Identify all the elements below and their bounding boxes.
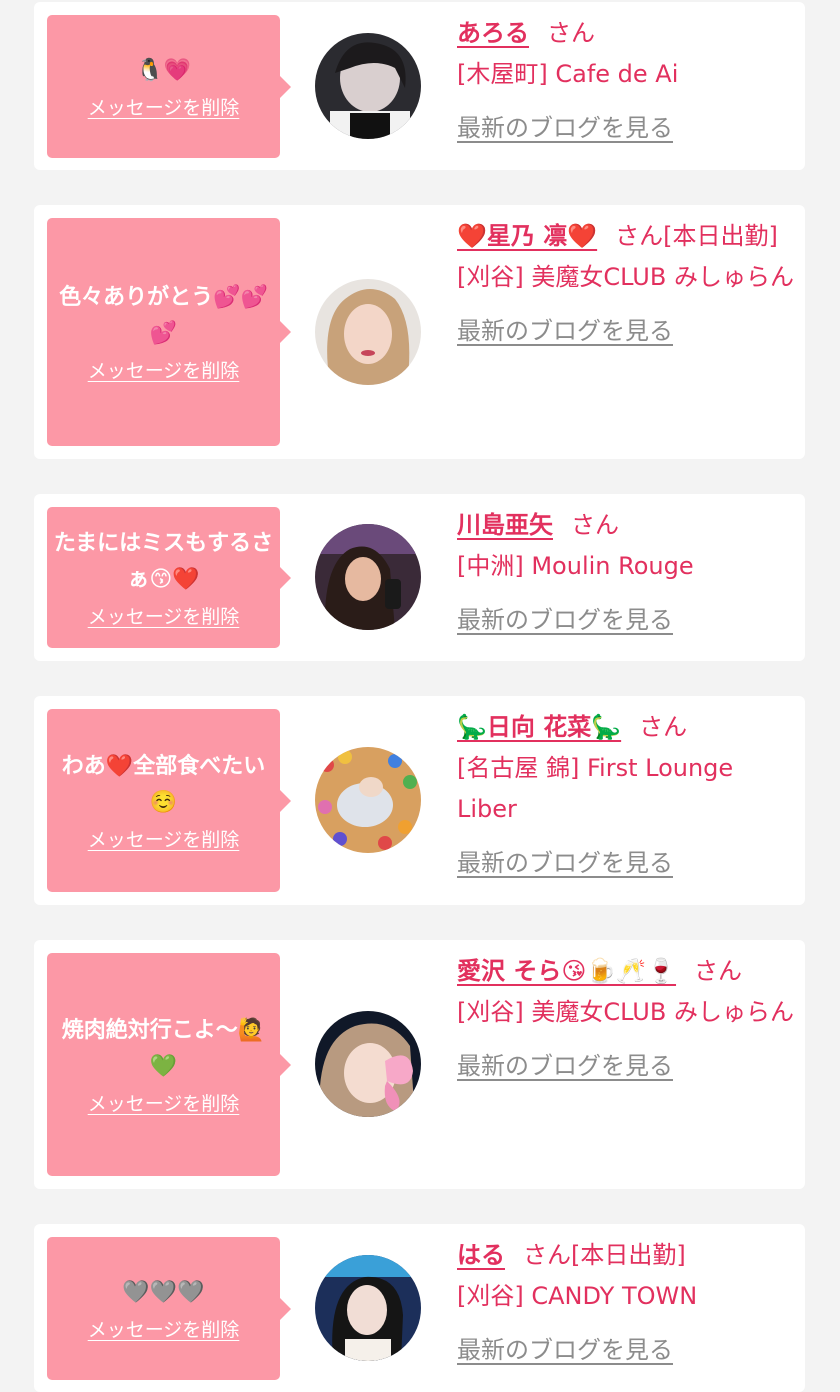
honorific: さん — [523, 1241, 571, 1269]
latest-blog-link[interactable]: 最新のブログを見る — [457, 1330, 799, 1371]
cast-name-link[interactable]: 川島亜矢 — [457, 511, 553, 539]
message-card: 🐧💗 メッセージを削除 あろる さん [木屋町] Cafe de Ai 最新のブロ… — [34, 2, 805, 170]
cast-info: あろる さん [木屋町] Cafe de Ai 最新のブログを見る — [457, 13, 799, 149]
latest-blog-link[interactable]: 最新のブログを見る — [457, 1046, 799, 1087]
cast-info: ❤️星乃 凛❤️ さん[本日出勤] [刈谷] 美魔女CLUB みしゅらん 最新のブ… — [457, 216, 799, 352]
shop-name: [刈谷] 美魔女CLUB みしゅらん — [457, 263, 794, 291]
latest-blog-link[interactable]: 最新のブログを見る — [457, 600, 799, 641]
message-text: 🩶🩶🩶 — [122, 1279, 205, 1305]
honorific: さん — [615, 222, 664, 250]
delete-message-link[interactable]: メッセージを削除 — [88, 95, 240, 121]
cast-name-link[interactable]: 愛沢 そら😘🍺🥂🍷 — [457, 957, 676, 985]
message-text: 色々ありがとう💕💕💕 — [59, 285, 268, 346]
avatar[interactable] — [315, 747, 421, 853]
avatar[interactable] — [315, 1011, 421, 1117]
avatar-photo-woman-club — [315, 524, 421, 630]
shop-name: [中洲] Moulin Rouge — [457, 552, 694, 580]
delete-message-link[interactable]: メッセージを削除 — [88, 358, 240, 384]
honorific: さん — [547, 19, 595, 47]
message-bubble: 🐧💗 メッセージを削除 — [47, 15, 291, 158]
avatar-photo-butterfly — [315, 1011, 421, 1117]
shop-name: [刈谷] 美魔女CLUB みしゅらん — [457, 998, 794, 1026]
shop-name: [名古屋 錦] First Lounge Liber — [457, 754, 734, 823]
cast-name-link[interactable]: ❤️星乃 凛❤️ — [457, 222, 597, 250]
delete-message-link[interactable]: メッセージを削除 — [88, 1317, 240, 1343]
message-bubble: たまにはミスもするさぁ😙❤️ メッセージを削除 — [47, 507, 291, 648]
delete-message-link[interactable]: メッセージを削除 — [88, 1091, 240, 1117]
message-card: 焼肉絶対行こよ〜🙋💚 メッセージを削除 愛沢 そら😘🍺🥂🍷 さん [刈谷] 美魔女… — [34, 940, 805, 1189]
cast-name-link[interactable]: はる — [457, 1241, 505, 1269]
message-text: 焼肉絶対行こよ〜🙋💚 — [61, 1017, 266, 1079]
honorific: さん — [694, 957, 743, 985]
message-text: 🐧💗 — [136, 57, 191, 83]
cast-info: 愛沢 そら😘🍺🥂🍷 さん [刈谷] 美魔女CLUB みしゅらん 最新のブログを見る — [457, 951, 799, 1087]
honorific: さん — [639, 713, 688, 741]
avatar-photo-woman-neon — [315, 1255, 421, 1361]
avatar[interactable] — [315, 524, 421, 630]
cast-info: 🦕日向 花菜🦕 さん [名古屋 錦] First Lounge Liber 最新の… — [457, 707, 799, 884]
avatar-photo-ball-pit — [315, 747, 421, 853]
delete-message-link[interactable]: メッセージを削除 — [88, 604, 240, 630]
avatar[interactable] — [315, 33, 421, 139]
cast-info: はる さん[本日出勤] [刈谷] CANDY TOWN 最新のブログを見る — [457, 1235, 799, 1371]
message-bubble: 焼肉絶対行こよ〜🙋💚 メッセージを削除 — [47, 953, 291, 1176]
avatar-photo-blonde-woman — [315, 279, 421, 385]
message-card: 🩶🩶🩶 メッセージを削除 はる さん[本日出勤] [刈谷] CANDY TOWN … — [34, 1224, 805, 1392]
latest-blog-link[interactable]: 最新のブログを見る — [457, 311, 799, 352]
delete-message-link[interactable]: メッセージを削除 — [88, 827, 240, 853]
honorific: さん — [571, 511, 619, 539]
message-card: 色々ありがとう💕💕💕 メッセージを削除 ❤️星乃 凛❤️ さん[本日出勤] [刈谷… — [34, 205, 805, 459]
message-card: たまにはミスもするさぁ😙❤️ メッセージを削除 川島亜矢 さん [中洲] Moul… — [34, 494, 805, 661]
message-bubble: 🩶🩶🩶 メッセージを削除 — [47, 1237, 291, 1380]
message-bubble: わあ❤️全部食べたい☺️ メッセージを削除 — [47, 709, 291, 892]
message-text: たまにはミスもするさぁ😙❤️ — [53, 530, 274, 592]
latest-blog-link[interactable]: 最新のブログを見る — [457, 843, 799, 884]
message-card: わあ❤️全部食べたい☺️ メッセージを削除 🦕日向 花菜🦕 さん [名古屋 錦] … — [34, 696, 805, 905]
shop-name: [木屋町] Cafe de Ai — [457, 60, 679, 88]
latest-blog-link[interactable]: 最新のブログを見る — [457, 108, 799, 149]
status-label: [本日出勤] — [663, 222, 778, 250]
avatar[interactable] — [315, 279, 421, 385]
avatar-photo-dark-hair-maid — [315, 33, 421, 139]
cast-name-link[interactable]: 🦕日向 花菜🦕 — [457, 713, 621, 741]
avatar[interactable] — [315, 1255, 421, 1361]
message-text: わあ❤️全部食べたい☺️ — [61, 753, 266, 815]
shop-name: [刈谷] CANDY TOWN — [457, 1282, 698, 1310]
cast-info: 川島亜矢 さん [中洲] Moulin Rouge 最新のブログを見る — [457, 505, 799, 641]
message-bubble: 色々ありがとう💕💕💕 メッセージを削除 — [47, 218, 291, 446]
cast-name-link[interactable]: あろる — [457, 19, 529, 47]
status-label: [本日出勤] — [571, 1241, 686, 1269]
